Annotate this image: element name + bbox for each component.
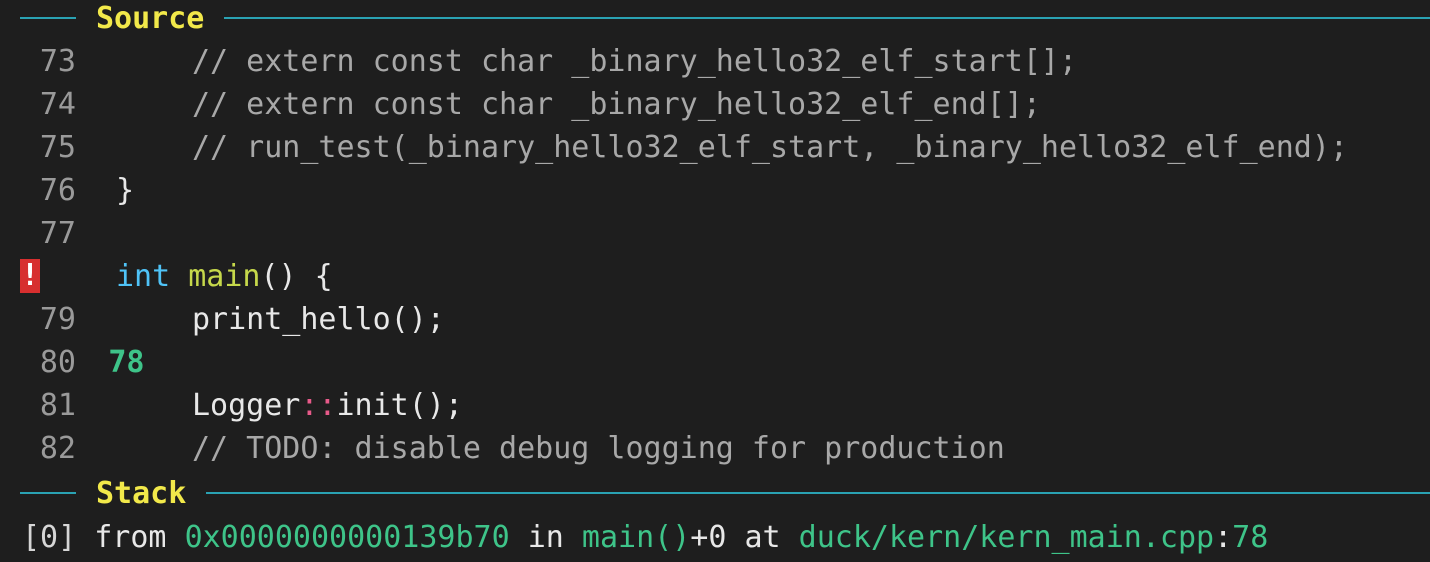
code-line[interactable]: 73 // extern const char _binary_hello32_… bbox=[0, 40, 1430, 83]
code-text: // extern const char _binary_hello32_elf… bbox=[192, 87, 1041, 122]
frame-line-number: 78 bbox=[1232, 520, 1269, 555]
code-text: // extern const char _binary_hello32_elf… bbox=[192, 44, 1078, 79]
line-number: 76 bbox=[39, 173, 76, 208]
source-code-view[interactable]: 73 // extern const char _binary_hello32_… bbox=[0, 40, 1430, 470]
line-number: 75 bbox=[39, 130, 76, 165]
code-line[interactable]: 76 } bbox=[0, 169, 1430, 212]
code-text: // TODO: disable debug logging for produ… bbox=[192, 431, 1005, 466]
code-line[interactable]: 75 // run_test(_binary_hello32_elf_start… bbox=[0, 126, 1430, 169]
source-section-header: Source bbox=[20, 0, 1430, 36]
frame-function[interactable]: main() bbox=[582, 520, 690, 555]
line-number: 79 bbox=[39, 302, 76, 337]
header-rule bbox=[20, 492, 76, 494]
stack-frame[interactable]: [0] from 0x0000000000139b70 in main()+0 … bbox=[22, 516, 1268, 559]
file-line-separator: : bbox=[1214, 520, 1233, 555]
code-line[interactable]: 80 bbox=[0, 341, 1430, 384]
frame-address[interactable]: 0x0000000000139b70 bbox=[185, 520, 510, 555]
code-line[interactable]: 77 bbox=[0, 212, 1430, 255]
code-line[interactable]: 74 // extern const char _binary_hello32_… bbox=[0, 83, 1430, 126]
type-keyword: int bbox=[116, 259, 171, 294]
header-rule bbox=[224, 17, 1430, 19]
stack-title: Stack bbox=[96, 475, 187, 511]
from-label: from bbox=[94, 520, 167, 555]
stack-section-header: Stack bbox=[20, 475, 1430, 511]
method-call: init(); bbox=[336, 388, 463, 423]
header-rule bbox=[20, 17, 76, 19]
line-number: 80 bbox=[39, 345, 76, 380]
frame-file-path[interactable]: duck/kern/kern_main.cpp bbox=[799, 520, 1214, 555]
code-line[interactable]: 81 Logger::init(); bbox=[0, 384, 1430, 427]
source-title: Source bbox=[96, 0, 205, 36]
line-number: 78 bbox=[108, 345, 145, 380]
line-number: 74 bbox=[39, 87, 76, 122]
code-line[interactable]: 79 print_hello(); bbox=[0, 298, 1430, 341]
line-number: 81 bbox=[39, 388, 76, 423]
frame-offset: +0 bbox=[690, 520, 727, 555]
at-label: at bbox=[744, 520, 781, 555]
function-name: main bbox=[188, 259, 261, 294]
in-label: in bbox=[527, 520, 564, 555]
code-text: } bbox=[116, 173, 135, 208]
code-text: () { bbox=[260, 259, 333, 294]
line-number: 77 bbox=[39, 216, 76, 251]
code-text: // run_test(_binary_hello32_elf_start, _… bbox=[192, 130, 1348, 165]
line-number: 82 bbox=[39, 431, 76, 466]
scope-operator: :: bbox=[300, 388, 337, 423]
header-rule bbox=[206, 492, 1430, 494]
line-number: 73 bbox=[39, 44, 76, 79]
class-name: Logger bbox=[192, 388, 301, 423]
code-line-current[interactable]: ! 78 int main() { bbox=[0, 255, 1430, 380]
code-line[interactable]: 82 // TODO: disable debug logging for pr… bbox=[0, 427, 1430, 470]
code-text: print_hello(); bbox=[192, 302, 445, 337]
breakpoint-marker-icon[interactable]: ! bbox=[20, 259, 40, 293]
frame-index: [0] bbox=[22, 520, 77, 555]
